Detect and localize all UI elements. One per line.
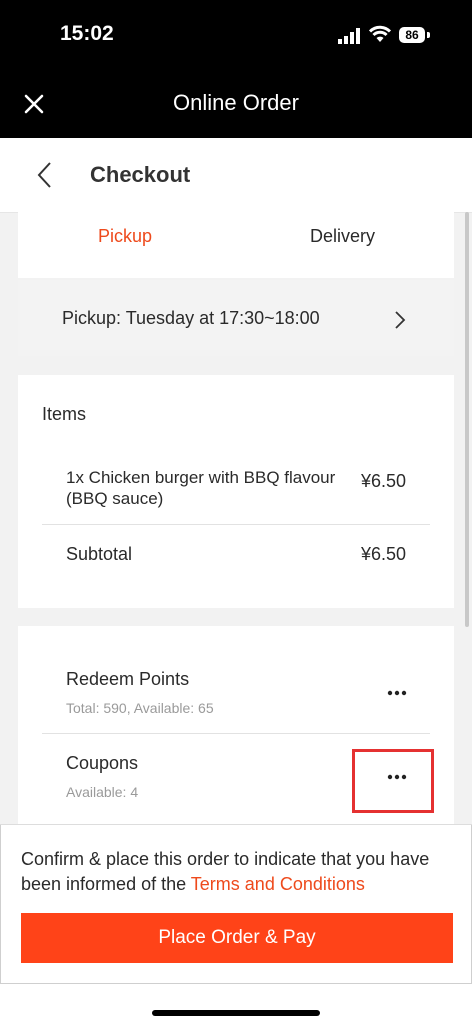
items-heading: Items [42, 404, 87, 424]
battery-tip [427, 32, 430, 38]
home-indicator [152, 1010, 320, 1016]
tab-delivery[interactable]: Delivery [310, 226, 375, 247]
confirm-notice: Confirm & place this order to indicate t… [21, 847, 461, 897]
chevron-left-icon[interactable] [34, 160, 56, 190]
pickup-time-selector[interactable]: Pickup: Tuesday at 17:30~18:00 [18, 280, 454, 356]
page-title: Checkout [90, 162, 191, 187]
wifi-icon [369, 25, 391, 42]
divider [42, 733, 430, 734]
highlight-box [352, 749, 434, 813]
battery-icon: 86 [399, 27, 425, 43]
subtotal-label: Subtotal [66, 544, 133, 564]
pickup-time-label: Pickup: Tuesday at 17:30~18:00 [62, 308, 320, 328]
coupons-info: Available: 4 [66, 784, 139, 800]
place-order-button[interactable]: Place Order & Pay [21, 913, 453, 963]
scrollbar[interactable] [465, 212, 469, 627]
clock: 15:02 [60, 22, 114, 45]
subtotal-value: ¥6.50 [360, 544, 406, 564]
status-bar: 15:02 86 [0, 0, 472, 70]
redeem-points-more-icon[interactable] [386, 690, 408, 696]
discounts-card: Redeem Points Total: 590, Available: 65 … [18, 626, 454, 836]
app-title: Online Order [173, 90, 299, 115]
app-header: Online Order [0, 70, 472, 138]
item-price: ¥6.50 [360, 471, 406, 491]
order-type-tabs: Pickup Delivery [18, 212, 454, 278]
chevron-right-icon [395, 311, 406, 329]
signal-icon [338, 28, 360, 44]
item-name: 1x Chicken burger with BBQ flavour (BBQ … [66, 468, 336, 508]
checkout-navbar: Checkout [0, 138, 472, 213]
tab-pickup[interactable]: Pickup [98, 226, 152, 247]
redeem-points-title: Redeem Points [66, 669, 190, 689]
terms-link[interactable]: Terms and Conditions [191, 874, 365, 894]
items-card: Items 1x Chicken burger with BBQ flavour… [18, 375, 454, 608]
redeem-points-info: Total: 590, Available: 65 [66, 700, 214, 716]
checkout-footer: Confirm & place this order to indicate t… [0, 824, 472, 1025]
coupons-title: Coupons [66, 753, 139, 773]
divider [42, 524, 430, 525]
footer-panel: Confirm & place this order to indicate t… [0, 825, 472, 984]
